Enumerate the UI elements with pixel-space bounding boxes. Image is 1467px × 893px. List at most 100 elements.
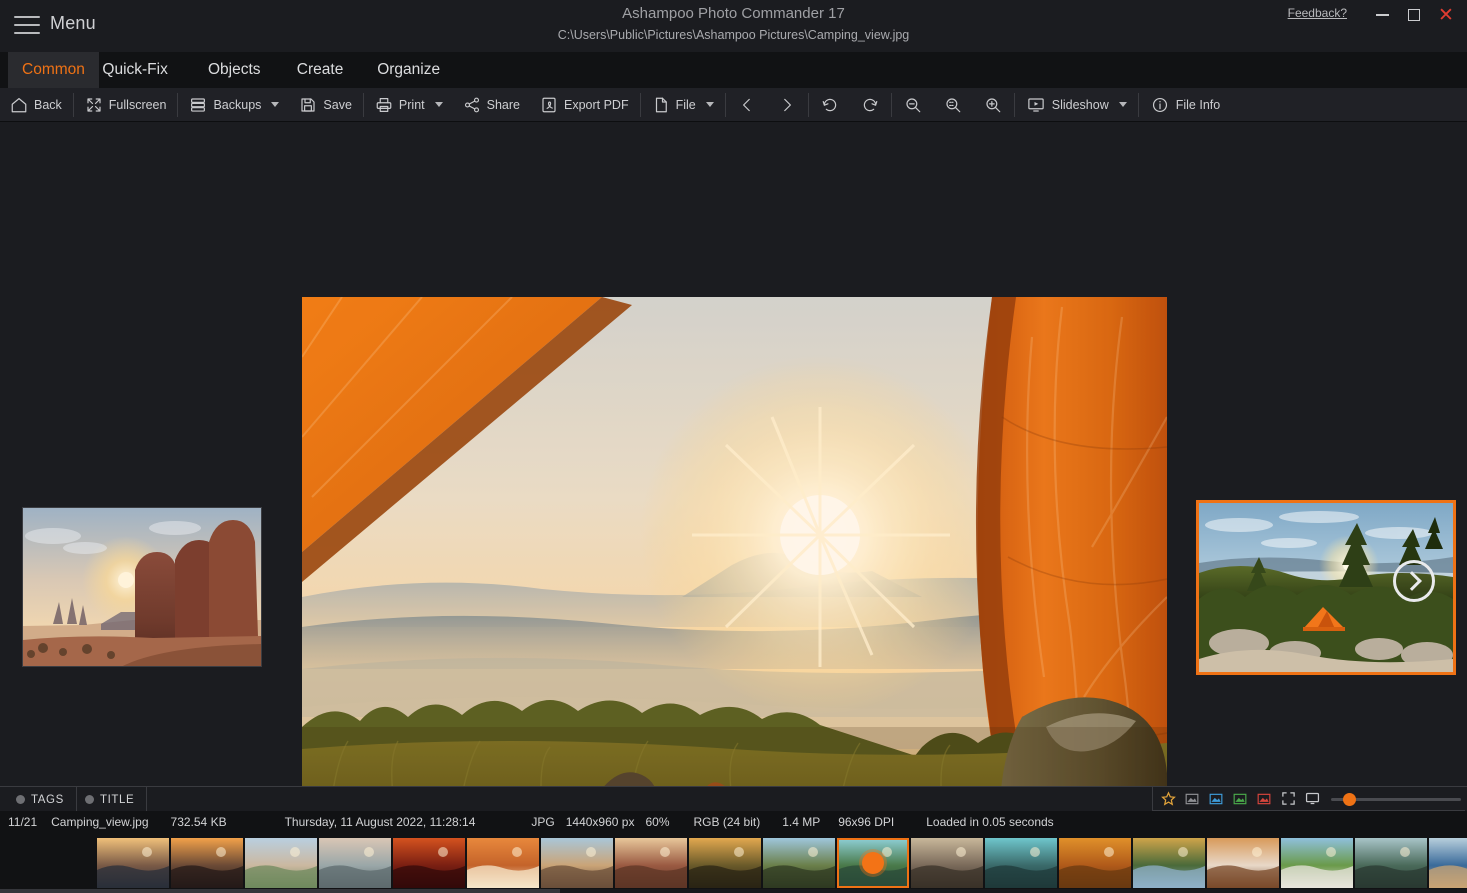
backups-button[interactable]: Backups: [179, 88, 289, 122]
star-glyph: [1161, 791, 1176, 806]
share-button[interactable]: Share: [453, 88, 530, 122]
title-label: TITLE: [100, 794, 134, 806]
filmstrip-thumbnail[interactable]: [763, 838, 835, 888]
slideshow-label: Slideshow: [1052, 98, 1109, 112]
fullscreen-button[interactable]: Fullscreen: [75, 88, 177, 122]
tab-create[interactable]: Create: [283, 52, 358, 88]
filmstrip-scrollbar-thumb[interactable]: [0, 889, 560, 893]
slideshow-button[interactable]: Slideshow: [1016, 88, 1137, 122]
monitor-icon[interactable]: [1301, 789, 1323, 809]
filmstrip-thumbnail[interactable]: [1355, 838, 1427, 888]
toolbar-separator: [808, 93, 809, 117]
label-blue-icon[interactable]: [1205, 789, 1227, 809]
label-red-glyph: [1257, 792, 1271, 806]
backups-label: Backups: [213, 98, 261, 112]
label-gray-icon[interactable]: [1181, 789, 1203, 809]
filmstrip-thumbnail[interactable]: [319, 838, 391, 888]
main-image[interactable]: [302, 297, 1167, 786]
status-format: JPG: [531, 815, 554, 829]
previous-image-thumbnail[interactable]: [22, 507, 262, 667]
star-icon[interactable]: [1157, 789, 1179, 809]
chevron-left-button[interactable]: [727, 88, 767, 122]
fit-screen-glyph: [1281, 791, 1296, 806]
thumbnail-graphic: [171, 838, 243, 888]
filmstrip-thumbnail[interactable]: [615, 838, 687, 888]
maximize-button[interactable]: [1397, 2, 1431, 28]
filmstrip-thumbnail[interactable]: [1133, 838, 1205, 888]
close-button[interactable]: ✕: [1429, 2, 1463, 28]
thumbnail-graphic: [911, 838, 983, 888]
filmstrip-thumbnail[interactable]: [1281, 838, 1353, 888]
chevron-down-icon[interactable]: [435, 102, 443, 107]
zoom-out-button[interactable]: [893, 88, 933, 122]
filmstrip-thumbnail[interactable]: [911, 838, 983, 888]
label-green-glyph: [1233, 792, 1247, 806]
zoom-in-button[interactable]: [973, 88, 1013, 122]
hamburger-line: [14, 16, 40, 18]
file-icon: [652, 96, 670, 114]
tab-quick-fix[interactable]: Quick-Fix: [88, 52, 181, 88]
back-button[interactable]: Back: [0, 88, 72, 122]
filmstrip-thumbnail[interactable]: [689, 838, 761, 888]
zoom-slider[interactable]: [1331, 789, 1461, 809]
tab-organize[interactable]: Organize: [363, 52, 454, 88]
thumbnail-graphic: [393, 838, 465, 888]
tab-common[interactable]: Common: [8, 52, 99, 88]
filmstrip-thumbnail[interactable]: [393, 838, 465, 888]
filmstrip-thumbnail[interactable]: [541, 838, 613, 888]
label-green-icon[interactable]: [1229, 789, 1251, 809]
app-title: Ashampoo Photo Commander 17: [0, 4, 1467, 24]
menu-button[interactable]: Menu: [50, 13, 96, 34]
file-info-button[interactable]: File Info: [1140, 88, 1230, 122]
loading-indicator: [862, 852, 884, 874]
chevron-down-icon[interactable]: [1119, 102, 1127, 107]
tags-button[interactable]: TAGS: [4, 787, 77, 812]
export-pdf-button[interactable]: Export PDF: [530, 88, 639, 122]
filmstrip-scrollbar[interactable]: [0, 889, 1467, 893]
pdf-icon: [540, 96, 558, 114]
thumbnail-graphic: [541, 838, 613, 888]
title-button[interactable]: TITLE: [73, 787, 147, 812]
rotate-left-button[interactable]: [810, 88, 850, 122]
tab-objects[interactable]: Objects: [194, 52, 275, 88]
export-pdf-label: Export PDF: [564, 98, 629, 112]
filmstrip[interactable]: [0, 833, 1467, 893]
title-block: Ashampoo Photo Commander 17 C:\Users\Pub…: [0, 4, 1467, 44]
zoom-fit-button[interactable]: [933, 88, 973, 122]
filmstrip-thumbnail[interactable]: [467, 838, 539, 888]
chevron-down-icon[interactable]: [271, 102, 279, 107]
thumbnail-graphic: [1207, 838, 1279, 888]
filmstrip-thumbnail[interactable]: [985, 838, 1057, 888]
hamburger-menu-icon[interactable]: [12, 12, 42, 38]
filmstrip-thumbnail[interactable]: [245, 838, 317, 888]
minimize-button[interactable]: [1365, 2, 1399, 28]
info-icon: [1150, 96, 1170, 114]
filmstrip-thumbnail[interactable]: [837, 838, 909, 888]
filmstrip-thumbnail[interactable]: [1207, 838, 1279, 888]
print-button[interactable]: Print: [365, 88, 453, 122]
filmstrip-thumbnail[interactable]: [97, 838, 169, 888]
chevron-right-button[interactable]: [767, 88, 807, 122]
rotate-left-icon: [820, 96, 840, 114]
slideshow-icon: [1026, 96, 1046, 114]
next-image-button[interactable]: [1393, 560, 1435, 602]
file-button[interactable]: File: [642, 88, 724, 122]
rotate-right-button[interactable]: [850, 88, 890, 122]
status-datetime: Thursday, 11 August 2022, 11:28:14: [285, 815, 476, 829]
monitor-glyph: [1305, 791, 1320, 806]
close-icon: ✕: [1438, 6, 1454, 25]
thumbnail-graphic: [319, 838, 391, 888]
minimize-icon: [1376, 14, 1389, 16]
filmstrip-thumbnail[interactable]: [1429, 838, 1467, 888]
filmstrip-thumbnail[interactable]: [1059, 838, 1131, 888]
fit-screen-icon[interactable]: [1277, 789, 1299, 809]
print-label: Print: [399, 98, 425, 112]
label-red-icon[interactable]: [1253, 789, 1275, 809]
thumbnail-graphic: [1059, 838, 1131, 888]
feedback-link[interactable]: Feedback?: [1288, 6, 1347, 20]
chevron-down-icon[interactable]: [706, 102, 714, 107]
filmstrip-thumbnail[interactable]: [171, 838, 243, 888]
zoom-slider-handle[interactable]: [1343, 793, 1356, 806]
file-path: C:\Users\Public\Pictures\Ashampoo Pictur…: [0, 26, 1467, 44]
save-button[interactable]: Save: [289, 88, 362, 122]
